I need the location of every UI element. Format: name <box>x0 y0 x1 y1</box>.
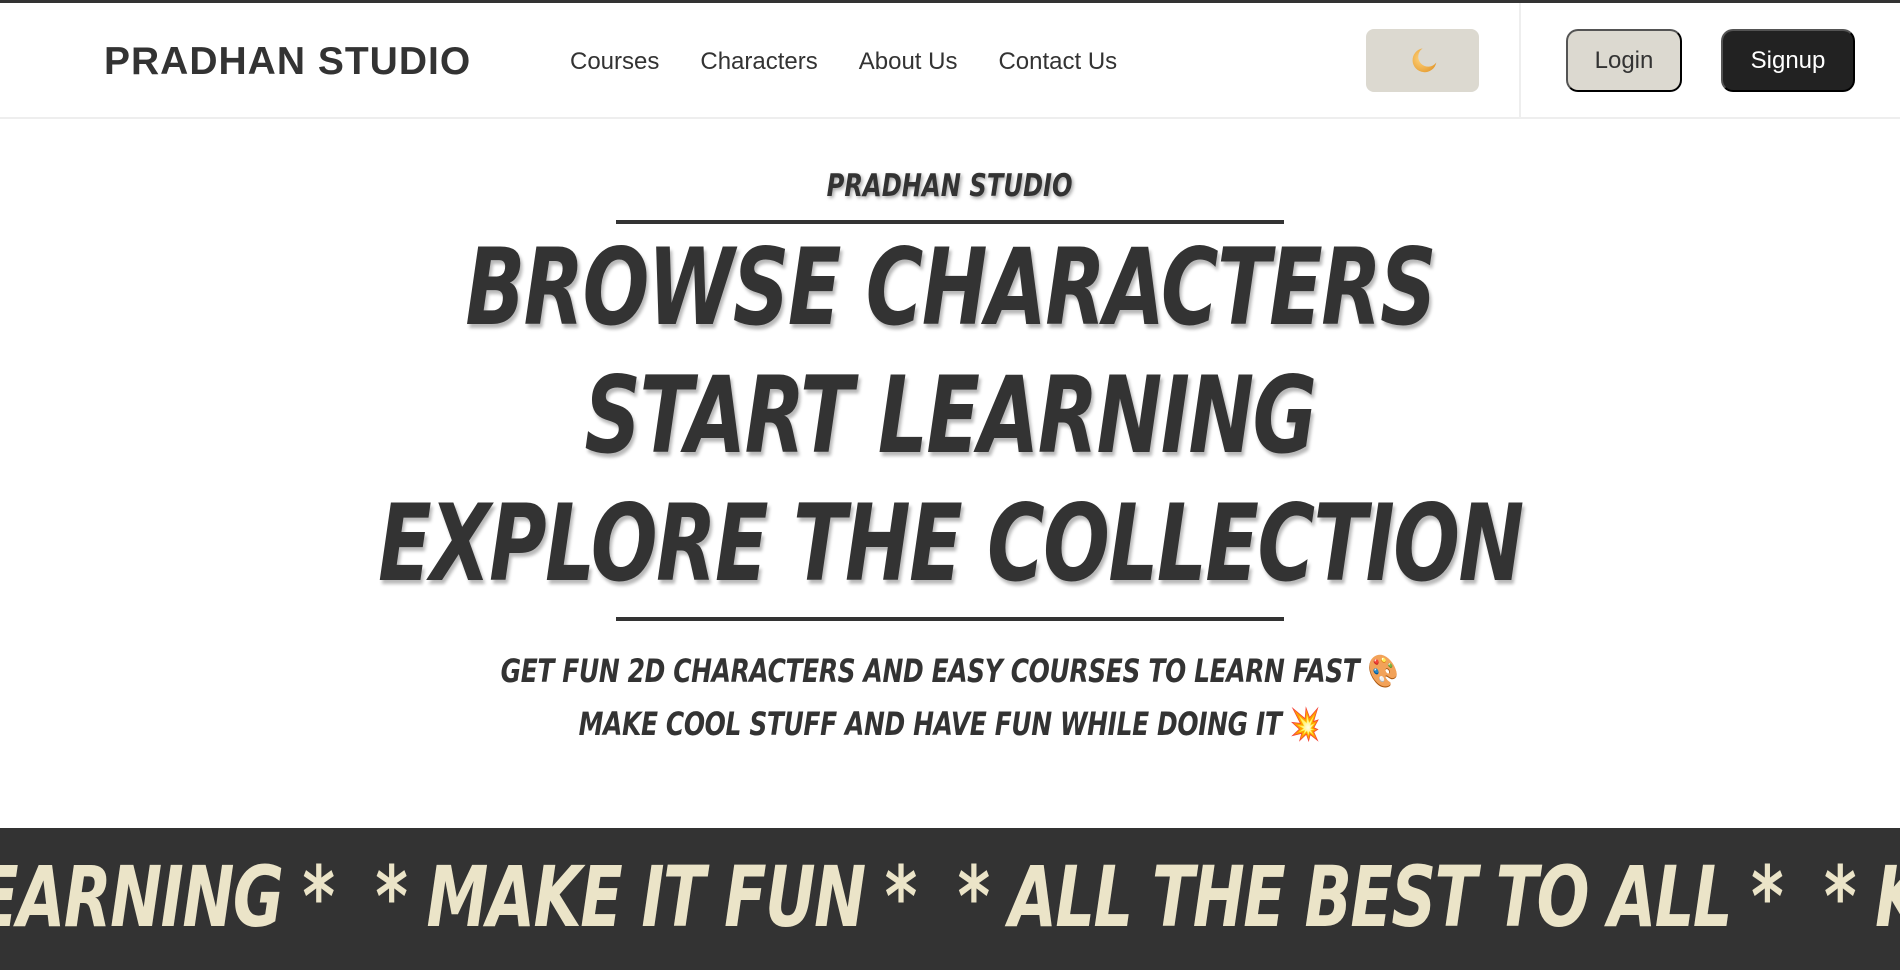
hero-subtitle-2: MAKE COOL STUFF AND HAVE FUN WHILE DOING… <box>0 702 1900 746</box>
subtitle-text-2: MAKE COOL STUFF AND HAVE FUN WHILE DOING… <box>579 705 1282 743</box>
nav-link-characters[interactable]: Characters <box>700 45 817 79</box>
headline-line-3: EXPLORE THE COLLECTION <box>0 484 1900 604</box>
nav-links: Courses Characters About Us Contact Us <box>570 45 1117 79</box>
navbar: PRADHAN STUDIO Courses Characters About … <box>0 3 1900 119</box>
subtitle-text-1: GET FUN 2D CHARACTERS AND EASY COURSES T… <box>501 652 1360 690</box>
marquee-item: * ALL THE BEST TO ALL * <box>957 848 1784 946</box>
hero-eyebrow: PRADHAN STUDIO <box>827 168 1073 204</box>
headline-text-1: BROWSE CHARACTERS <box>465 226 1436 349</box>
headline-line-2: START LEARNING <box>0 356 1900 476</box>
moon-icon <box>1412 47 1436 72</box>
nav-link-courses[interactable]: Courses <box>570 45 659 79</box>
marquee-track: LEARNING * * MAKE IT FUN * * ALL THE BES… <box>0 842 1900 952</box>
headline-line-1: BROWSE CHARACTERS <box>0 228 1900 348</box>
headline-text-2: START LEARNING <box>584 354 1317 477</box>
theme-toggle-button[interactable] <box>1366 29 1479 92</box>
palette-emoji-icon: 🎨 <box>1368 652 1399 690</box>
marquee-banner: LEARNING * * MAKE IT FUN * * ALL THE BES… <box>0 828 1900 970</box>
nav-link-about-us[interactable]: About Us <box>859 45 958 79</box>
hero-subtitle-1: GET FUN 2D CHARACTERS AND EASY COURSES T… <box>0 649 1900 693</box>
boom-emoji-icon: 💥 <box>1290 705 1321 743</box>
brand-logo[interactable]: PRADHAN STUDIO <box>104 36 471 88</box>
marquee-item: * MAKE IT FUN * <box>375 848 917 946</box>
signup-button[interactable]: Signup <box>1721 29 1855 92</box>
hero-rule-top <box>616 220 1284 224</box>
hero-eyebrow-wrap: PRADHAN STUDIO <box>0 168 1900 204</box>
nav-link-contact-us[interactable]: Contact Us <box>998 45 1117 79</box>
navbar-divider <box>1519 3 1521 119</box>
headline-text-3: EXPLORE THE COLLECTION <box>377 482 1524 605</box>
marquee-item: * KEEP CREATING <box>1823 848 1900 946</box>
hero-rule-bottom <box>616 617 1284 621</box>
login-button[interactable]: Login <box>1566 29 1682 92</box>
marquee-item: LEARNING * <box>0 848 335 946</box>
